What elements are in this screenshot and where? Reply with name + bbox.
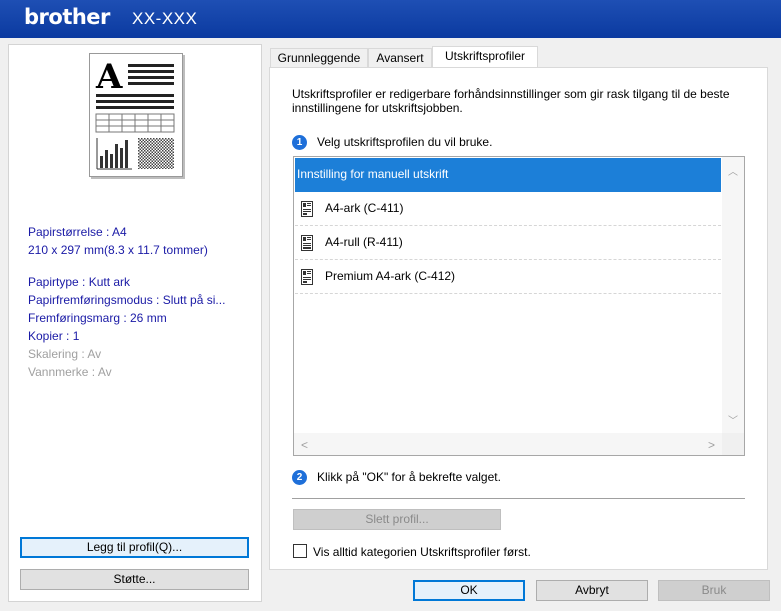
settings-summary-panel: A Papirstørrelse: A4 210 x 297 mm(8.3 x… <box>8 44 262 602</box>
step-1-number-icon: 1 <box>292 135 307 151</box>
page-preview: A <box>89 53 183 177</box>
brand-logo: brother <box>24 5 110 29</box>
add-profile-button[interactable]: Legg til profil(Q)... <box>20 537 249 558</box>
delete-profile-button[interactable]: Slett profil... <box>293 509 501 530</box>
profile-item-premium-a4[interactable]: Premium A4-ark (C-412) <box>295 260 721 294</box>
horizontal-scrollbar[interactable]: < > <box>294 433 722 455</box>
tab-basic[interactable]: Grunnleggende <box>270 48 368 68</box>
print-profiles-panel: Utskriftsprofiler er redigerbare forhånd… <box>269 67 768 570</box>
media-info: Papirtype : Kutt ark Papirfremføringsmod… <box>28 273 250 381</box>
ok-button[interactable]: OK <box>413 580 525 601</box>
paper-type-text: Papirtype : Kutt ark <box>28 275 131 289</box>
model-name: XX-XXX <box>132 9 198 28</box>
profile-label: A4-ark (C-411) <box>325 201 404 215</box>
preview-document-icon: A <box>95 57 175 170</box>
profile-label: Premium A4-ark (C-412) <box>325 269 456 283</box>
apply-button[interactable]: Bruk <box>658 580 770 601</box>
step-2-number-icon: 2 <box>292 470 307 486</box>
document-icon <box>301 235 313 251</box>
profile-label: Innstilling for manuell utskrift <box>297 167 449 181</box>
step-1-label: Velg utskriftsprofilen du vil bruke. <box>317 135 493 149</box>
always-show-checkbox[interactable] <box>293 544 307 558</box>
profile-label: A4-rull (R-411) <box>325 235 403 249</box>
paper-info: Papirstørrelse : A4 210 x 297 mm(8.3 x 1… <box>28 223 208 259</box>
profile-list[interactable]: Innstilling for manuell utskrift A4-ark … <box>293 156 745 456</box>
title-bar: brother XX-XXX <box>0 0 781 38</box>
step-1: 1 Velg utskriftsprofilen du vil bruke. <box>292 135 493 151</box>
profile-item-a4-roll[interactable]: A4-rull (R-411) <box>295 226 721 260</box>
watermark-text: Vannmerke : Av <box>28 365 112 379</box>
profile-item-manual[interactable]: Innstilling for manuell utskrift <box>295 158 721 192</box>
vertical-scrollbar[interactable]: ︿ ﹀ <box>722 157 744 433</box>
document-icon <box>301 269 313 285</box>
svg-text:A: A <box>95 57 123 97</box>
paper-dims-text: 210 x 297 mm(8.3 x 11.7 tommer) <box>28 243 208 257</box>
profile-item-a4-sheet[interactable]: A4-ark (C-411) <box>295 192 721 226</box>
scroll-down-icon[interactable]: ﹀ <box>728 412 738 427</box>
always-show-label: Vis alltid kategorien Utskriftsprofiler … <box>313 545 531 559</box>
divider <box>292 498 745 499</box>
scaling-text: Skalering : Av <box>28 347 102 361</box>
scroll-right-icon[interactable]: > <box>708 438 715 452</box>
step-2: 2 Klikk på "OK" for å bekrefte valget. <box>292 470 501 486</box>
copies-text: Kopier : 1 <box>28 329 80 343</box>
scrollbar-corner <box>722 433 744 455</box>
tab-advanced[interactable]: Avansert <box>368 48 432 68</box>
step-2-label: Klikk på "OK" for å bekrefte valget. <box>317 470 501 484</box>
feed-mode-text: Papirfremføringsmodus : Slutt på si... <box>28 293 226 307</box>
support-button[interactable]: Støtte... <box>20 569 249 590</box>
scroll-left-icon[interactable]: < <box>301 438 308 452</box>
feed-margin-text: Fremføringsmarg : 26 mm <box>28 311 167 325</box>
document-icon <box>301 201 313 217</box>
profiles-description: Utskriftsprofiler er redigerbare forhånd… <box>292 87 730 115</box>
tab-print-profiles[interactable]: Utskriftsprofiler <box>432 46 538 69</box>
cancel-button[interactable]: Avbryt <box>536 580 648 601</box>
paper-size-text: Papirstørrelse : A4 <box>28 225 127 239</box>
scroll-up-icon[interactable]: ︿ <box>728 163 738 178</box>
